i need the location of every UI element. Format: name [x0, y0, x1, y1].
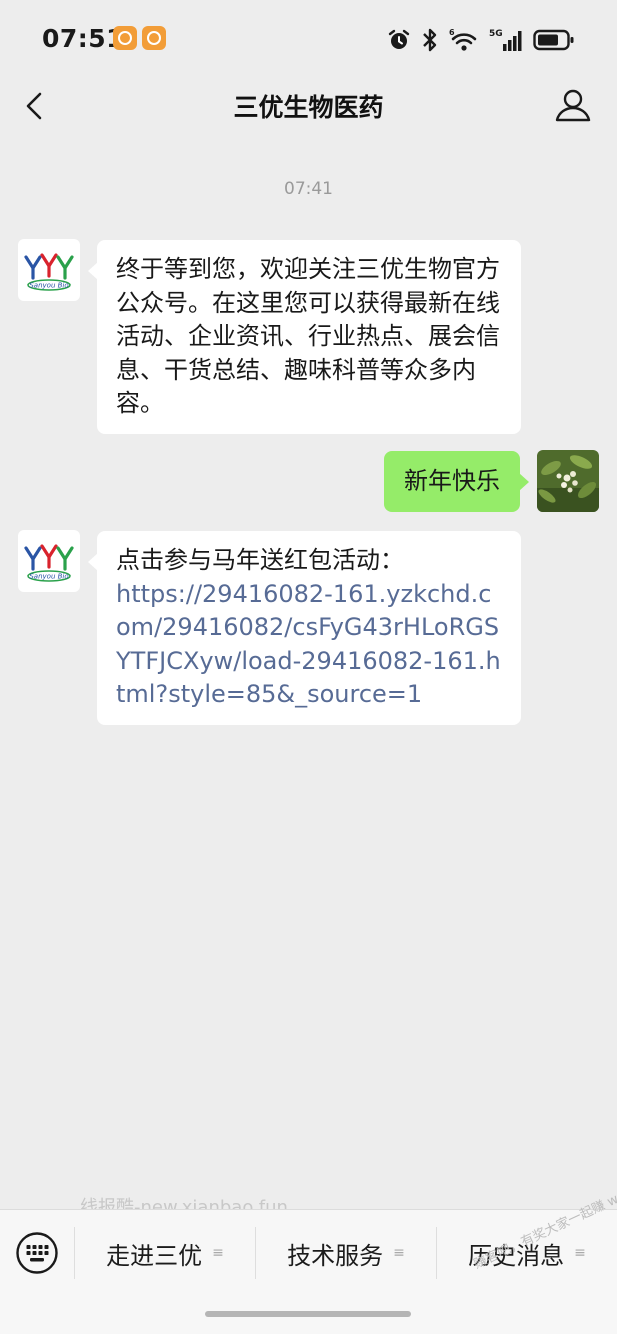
- menu-lines-icon: ≡: [212, 1245, 224, 1261]
- menu-item-label: 技术服务: [287, 1241, 384, 1270]
- wifi-icon: 6: [449, 28, 477, 51]
- status-icons: 6 5G: [387, 26, 575, 54]
- menu-lines-icon: ≡: [574, 1245, 586, 1261]
- message-bubble-promo[interactable]: 点击参与马年送红包活动： https://29416082-161.yzkchd…: [88, 531, 521, 725]
- menu-item-about[interactable]: 走进三优 ≡: [74, 1227, 255, 1279]
- bluetooth-icon: [423, 28, 437, 52]
- nav-bar: 三优生物医药: [0, 70, 617, 142]
- message-bubble-welcome[interactable]: 终于等到您，欢迎关注三优生物官方公众号。在这里您可以获得最新在线活动、企业资讯、…: [88, 240, 521, 434]
- svg-text:Sanyou Bio: Sanyou Bio: [29, 282, 68, 290]
- status-bar: 07:51 6 5G: [0, 0, 617, 80]
- menu-item-tech-service[interactable]: 技术服务 ≡: [255, 1227, 436, 1279]
- battery-icon: [533, 29, 574, 51]
- account-avatar[interactable]: Sanyou Bio: [18, 239, 80, 301]
- keyboard-icon[interactable]: [15, 1231, 59, 1275]
- svg-text:Sanyou Bio: Sanyou Bio: [29, 573, 68, 581]
- status-time: 07:51: [42, 24, 125, 53]
- message-text: 新年快乐: [404, 467, 500, 495]
- menu-lines-icon: ≡: [393, 1245, 405, 1261]
- alarm-icon: [388, 29, 410, 49]
- message-text: 点击参与马年送红包活动：: [116, 546, 404, 574]
- 5g-signal-icon: 5G: [489, 29, 522, 51]
- promo-link[interactable]: https://29416082-161.yzkchd.com/29416082…: [116, 578, 503, 712]
- account-avatar[interactable]: Sanyou Bio: [18, 530, 80, 592]
- user-avatar[interactable]: [537, 450, 599, 512]
- notification-badge-icon: [113, 26, 137, 50]
- plant-photo-icon: [537, 450, 599, 512]
- notification-badge-icon: [142, 26, 166, 50]
- chat-screen: 07:51 6 5G 三优生物医药 07:41 Sanyou Bio 终于等到您…: [0, 0, 617, 1334]
- svg-text:6: 6: [449, 28, 455, 37]
- sanyou-logo-icon: Sanyou Bio: [24, 253, 74, 291]
- message-bubble-user[interactable]: 新年快乐: [384, 451, 529, 512]
- message-text: 终于等到您，欢迎关注三优生物官方公众号。在这里您可以获得最新在线活动、企业资讯、…: [116, 255, 500, 417]
- page-title: 三优生物医药: [233, 93, 384, 122]
- svg-text:5G: 5G: [489, 29, 503, 39]
- menu-item-label: 走进三优: [106, 1241, 203, 1270]
- chat-timestamp: 07:41: [284, 179, 333, 199]
- person-icon[interactable]: [553, 86, 593, 126]
- sanyou-logo-icon: Sanyou Bio: [24, 544, 74, 582]
- home-indicator[interactable]: [205, 1311, 411, 1317]
